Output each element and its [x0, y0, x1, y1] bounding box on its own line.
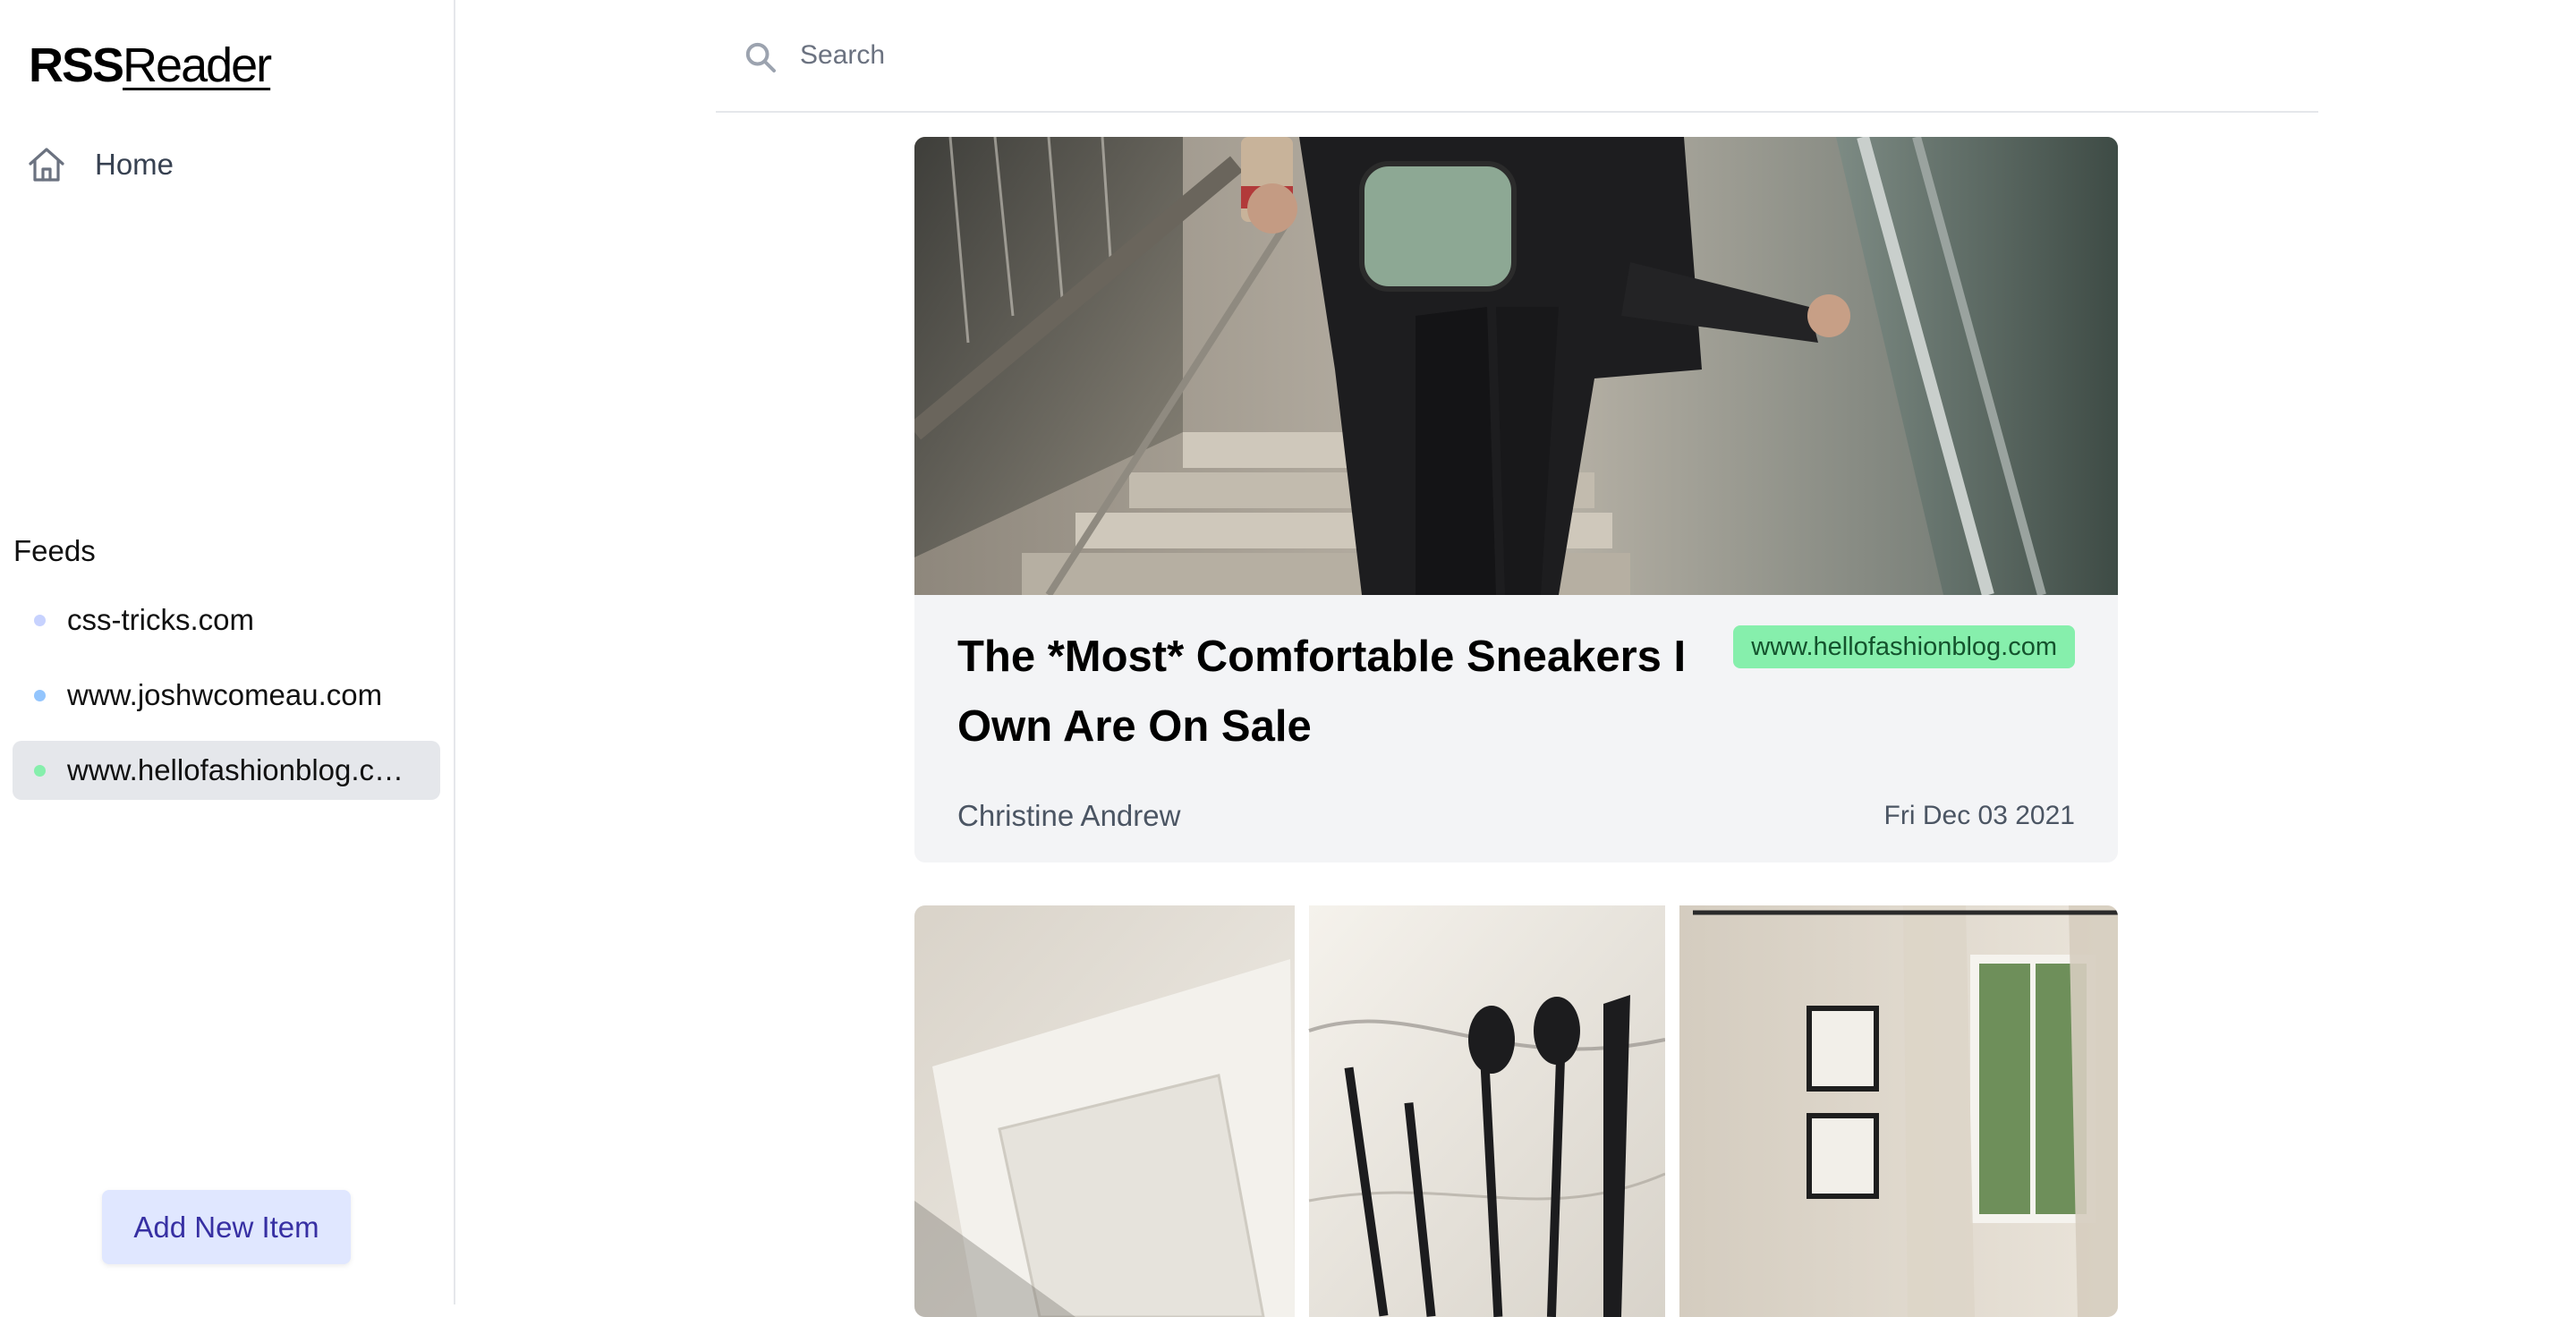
source-badge: www.hellofashionblog.com: [1733, 625, 2075, 668]
logo-bold-text: RSS: [29, 38, 124, 92]
search-icon: [745, 42, 776, 72]
article-author: Christine Andrew: [957, 799, 1181, 832]
feeds-heading: Feeds: [13, 534, 96, 567]
app-logo[interactable]: RSSReader: [29, 36, 272, 95]
article-image: [914, 137, 2118, 595]
feed-dot-icon: [34, 614, 46, 626]
search-input[interactable]: [798, 29, 2230, 82]
article-date: Fri Dec 03 2021: [1883, 801, 2075, 830]
feed-item-label: css-tricks.com: [67, 603, 254, 636]
article-card[interactable]: [914, 905, 2118, 1317]
nav-home[interactable]: Home: [25, 138, 174, 191]
home-icon: [29, 148, 64, 182]
article-body: The *Most* Comfortable Sneakers I Own Ar…: [914, 595, 2118, 862]
feed-dot-icon: [34, 764, 46, 777]
sidebar: RSSReader Home Feeds css-tricks.com www.…: [0, 0, 455, 1304]
article-title[interactable]: The *Most* Comfortable Sneakers I Own Ar…: [957, 622, 1709, 761]
add-new-item-button[interactable]: Add New Item: [102, 1190, 351, 1264]
nav-home-label: Home: [95, 148, 174, 181]
feed-dot-icon: [34, 689, 46, 701]
feed-item-label: www.joshwcomeau.com: [67, 678, 383, 711]
feed-item-hellofashionblog[interactable]: www.hellofashionblog.com: [13, 741, 440, 800]
feed-item-label: www.hellofashionblog.com: [67, 753, 407, 786]
search-bar: [716, 16, 2318, 113]
article-image: [914, 905, 2118, 1317]
feed-list: css-tricks.com www.joshwcomeau.com www.h…: [13, 591, 440, 816]
logo-light-text: Reader: [123, 38, 272, 92]
feed-item-joshwcomeau[interactable]: www.joshwcomeau.com: [13, 666, 440, 725]
article-card[interactable]: The *Most* Comfortable Sneakers I Own Ar…: [914, 137, 2118, 862]
feed-item-css-tricks[interactable]: css-tricks.com: [13, 591, 440, 650]
